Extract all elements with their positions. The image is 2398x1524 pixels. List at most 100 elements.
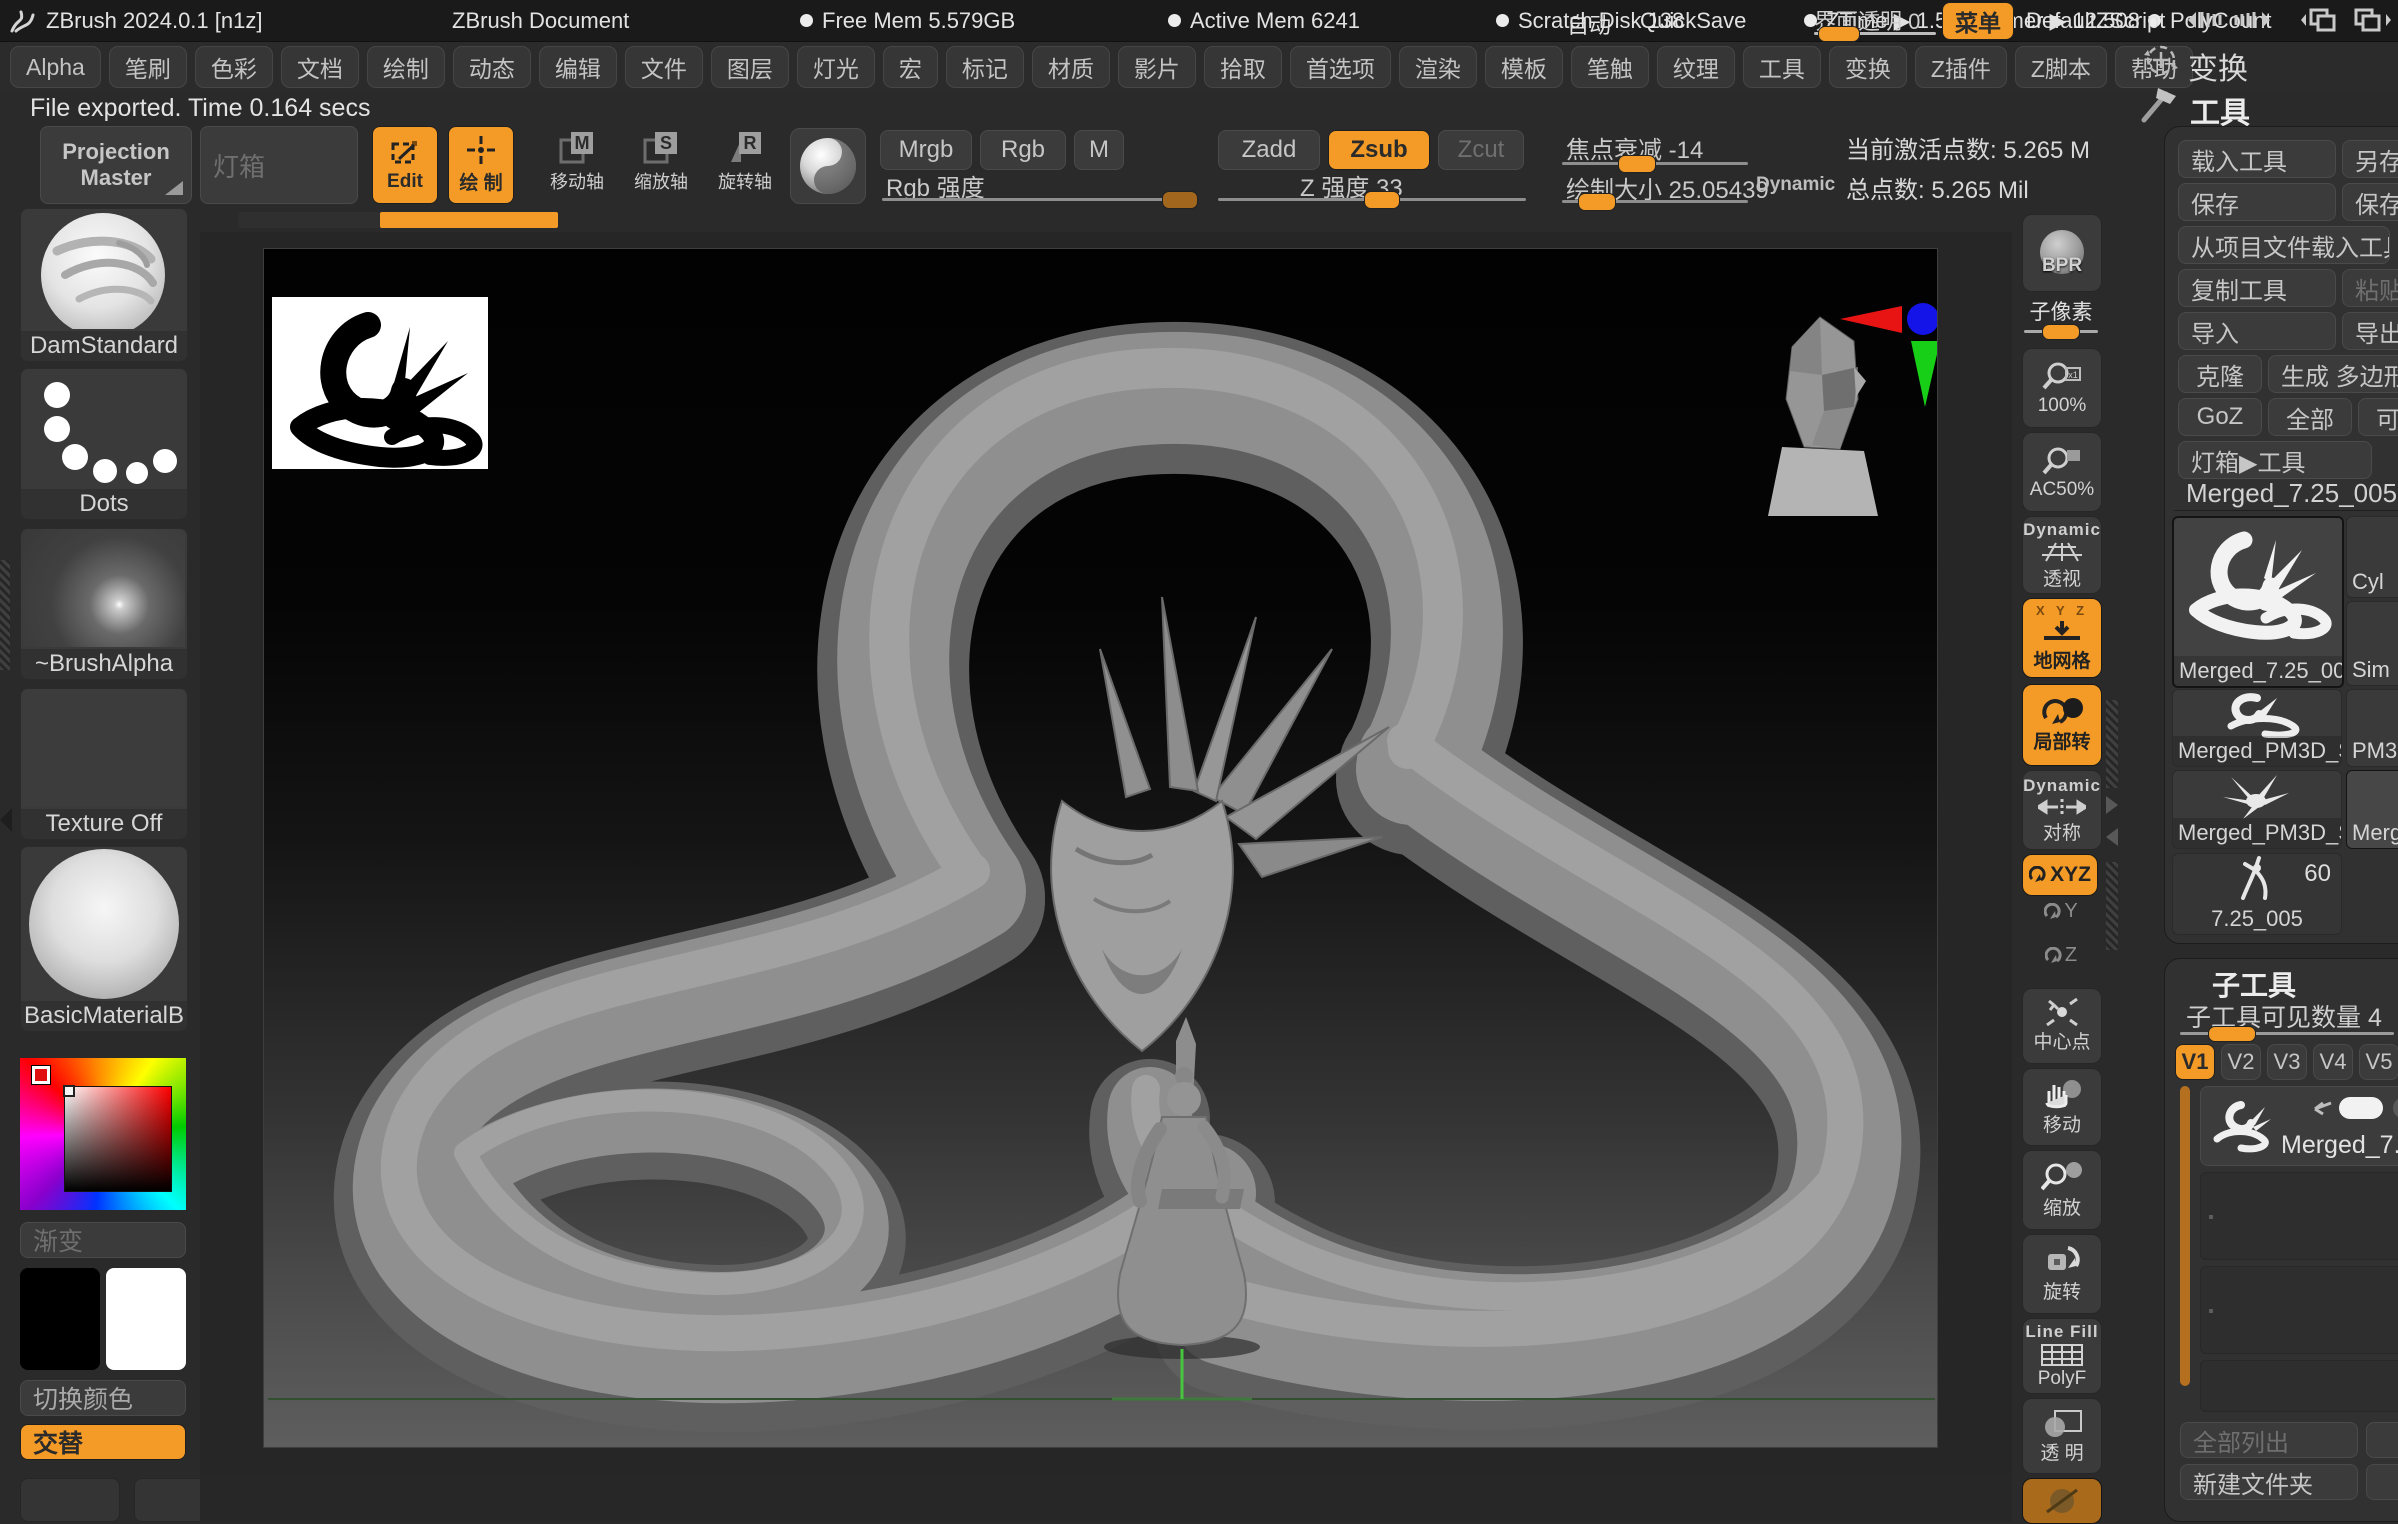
- ui-opacity-slider[interactable]: [1814, 32, 1936, 35]
- dynamic-toggle[interactable]: Dynamic: [1756, 174, 1835, 196]
- center-point-button[interactable]: 中心点: [2022, 988, 2102, 1064]
- lightbox-tool-button[interactable]: 灯箱▶工具: [2178, 441, 2372, 479]
- zcut-button[interactable]: Zcut: [1438, 130, 1524, 170]
- menu-item[interactable]: 标记: [946, 46, 1024, 88]
- zadd-button[interactable]: Zadd: [1218, 130, 1320, 170]
- copy-tool-button[interactable]: 复制工具: [2178, 269, 2336, 307]
- zsub-button[interactable]: Zsub: [1328, 130, 1430, 170]
- scale-canvas-button[interactable]: 缩放: [2022, 1150, 2102, 1230]
- left-collapse-arrow-icon[interactable]: [0, 808, 12, 832]
- menu-item[interactable]: 编辑: [539, 46, 617, 88]
- current-alpha-swatch[interactable]: ~BrushAlpha: [20, 528, 188, 680]
- tool-thumb[interactable]: Merged_PM3D_S: [2172, 689, 2342, 767]
- symmetry-button[interactable]: Dynamic 对称: [2022, 770, 2102, 850]
- tool-thumb-selected[interactable]: Merged_7.25_00: [2172, 516, 2344, 688]
- menu-item[interactable]: 绘制: [367, 46, 445, 88]
- bpr-button[interactable]: BPR: [2022, 214, 2102, 292]
- projection-master-button[interactable]: Projection Master: [40, 126, 192, 204]
- import-button[interactable]: 导入: [2178, 312, 2336, 350]
- z-intensity-slider[interactable]: [1218, 198, 1526, 201]
- tool-thumb[interactable]: Merged_PM3D_S: [2172, 770, 2342, 849]
- lightbox-button[interactable]: 灯箱: [200, 126, 358, 204]
- tool-thumb[interactable]: Sim: [2346, 601, 2398, 686]
- save2-button[interactable]: 保存: [2342, 183, 2398, 221]
- menu-item[interactable]: 拾取: [1204, 46, 1282, 88]
- subtool-redo-button[interactable]: [2366, 1464, 2398, 1500]
- z-intensity-handle[interactable]: [1364, 191, 1400, 209]
- list-all-button[interactable]: 全部列出: [2180, 1422, 2358, 1458]
- edit-button[interactable]: Edit: [372, 126, 438, 204]
- move-canvas-button[interactable]: 移动: [2022, 1068, 2102, 1146]
- shelf-scroll-texture[interactable]: [2106, 700, 2118, 788]
- tool-thumb[interactable]: 7.25_005 60: [2172, 853, 2342, 935]
- current-brush-swatch[interactable]: DamStandard: [20, 208, 188, 362]
- draw-button[interactable]: 绘 制: [448, 126, 514, 204]
- subtool-empty-row[interactable]: [2200, 1172, 2398, 1260]
- draw-size-handle[interactable]: [1578, 193, 1616, 211]
- load-tool-button[interactable]: 载入工具: [2178, 140, 2336, 178]
- subtool-tab-v1[interactable]: V1: [2175, 1044, 2215, 1080]
- ghost-button[interactable]: [2022, 1478, 2102, 1524]
- scale-axis-button[interactable]: S 缩放轴: [624, 128, 698, 204]
- subtool-empty-row[interactable]: [2200, 1266, 2398, 1354]
- subtool-item[interactable]: Merged_7.25: [2200, 1086, 2398, 1166]
- quicksave-button[interactable]: QuickSave: [1640, 8, 1746, 34]
- focal-shift-slider[interactable]: [1562, 162, 1748, 165]
- current-texture-swatch[interactable]: Texture Off: [20, 688, 188, 840]
- camera-head-gizmo[interactable]: [1768, 317, 1878, 516]
- rgb-button[interactable]: Rgb: [980, 130, 1066, 170]
- menu-item-tool[interactable]: 工具: [1743, 46, 1821, 88]
- subtool-visible-count-handle[interactable]: [2208, 1026, 2256, 1042]
- transform-palette-icon[interactable]: [2142, 42, 2180, 78]
- auto-toggle[interactable]: 自动: [1567, 8, 1611, 40]
- ui-opacity-handle[interactable]: [1818, 26, 1860, 42]
- subtool-scrollbar[interactable]: [2180, 1086, 2190, 1386]
- menu-item[interactable]: 影片: [1118, 46, 1196, 88]
- subtool-tab-v5[interactable]: V5: [2359, 1044, 2398, 1080]
- doc-scrollbar-thumb[interactable]: [380, 212, 558, 228]
- menu-item[interactable]: Z插件: [1915, 46, 2007, 88]
- menu-item[interactable]: 材质: [1032, 46, 1110, 88]
- shelf-collapse-icon[interactable]: [2106, 828, 2118, 846]
- sv-cursor[interactable]: [63, 1085, 75, 1097]
- gradient-button[interactable]: 渐变: [20, 1222, 186, 1258]
- color-picker[interactable]: [20, 1058, 186, 1210]
- transparent-button[interactable]: 透 明: [2022, 1398, 2102, 1474]
- menu-item[interactable]: 变换: [1829, 46, 1907, 88]
- rgb-intensity-handle[interactable]: [1162, 191, 1198, 209]
- rotate-axis-button[interactable]: R 旋转轴: [708, 128, 782, 204]
- shelf-scroll-texture[interactable]: [2106, 862, 2118, 950]
- zscript-rewind-icon[interactable]: [2180, 8, 2224, 32]
- menu-item[interactable]: 模板: [1485, 46, 1563, 88]
- zscript-forward-icon[interactable]: [2232, 8, 2276, 32]
- menu-item[interactable]: 渲染: [1399, 46, 1477, 88]
- tool-thumb[interactable]: Cyl: [2346, 516, 2398, 598]
- secondary-color-swatch[interactable]: [106, 1268, 186, 1370]
- new-folder-button[interactable]: 新建文件夹: [2180, 1464, 2358, 1500]
- menu-item[interactable]: 文档: [281, 46, 359, 88]
- switch-color-button[interactable]: 切换颜色: [20, 1380, 186, 1416]
- sv-square[interactable]: [64, 1086, 172, 1192]
- menu-item[interactable]: 首选项: [1290, 46, 1391, 88]
- polyframe-button[interactable]: Line Fill PolyF: [2022, 1318, 2102, 1394]
- goz-visible-button[interactable]: 可见: [2358, 398, 2398, 436]
- menu-item[interactable]: 笔触: [1571, 46, 1649, 88]
- load-from-project-button[interactable]: 从项目文件载入工具: [2178, 226, 2390, 264]
- m-button[interactable]: M: [1074, 130, 1124, 170]
- menu-toggle-button[interactable]: 菜单: [1942, 2, 2014, 40]
- rotate-xyz-button[interactable]: XYZ: [2022, 854, 2098, 896]
- menu-item[interactable]: Z脚本: [2015, 46, 2107, 88]
- rotate-z-button[interactable]: Z: [2022, 944, 2100, 967]
- subtool-visible-count-slider[interactable]: [2180, 1032, 2394, 1035]
- alternate-button[interactable]: 交替: [20, 1424, 186, 1460]
- subtool-tab-v4[interactable]: V4: [2313, 1044, 2353, 1080]
- floor-grid-button[interactable]: X Y Z 地网格: [2022, 598, 2102, 678]
- paste-tool-button[interactable]: 粘贴工具: [2342, 269, 2398, 307]
- menu-item[interactable]: 文件: [625, 46, 703, 88]
- save-as-button[interactable]: 另存为: [2342, 140, 2398, 178]
- menu-item[interactable]: 笔刷: [109, 46, 187, 88]
- mrgb-button[interactable]: Mrgb: [880, 130, 972, 170]
- menu-item[interactable]: 灯光: [797, 46, 875, 88]
- current-material-swatch[interactable]: BasicMaterialB: [20, 846, 188, 1032]
- window-next-icon[interactable]: [2352, 6, 2396, 34]
